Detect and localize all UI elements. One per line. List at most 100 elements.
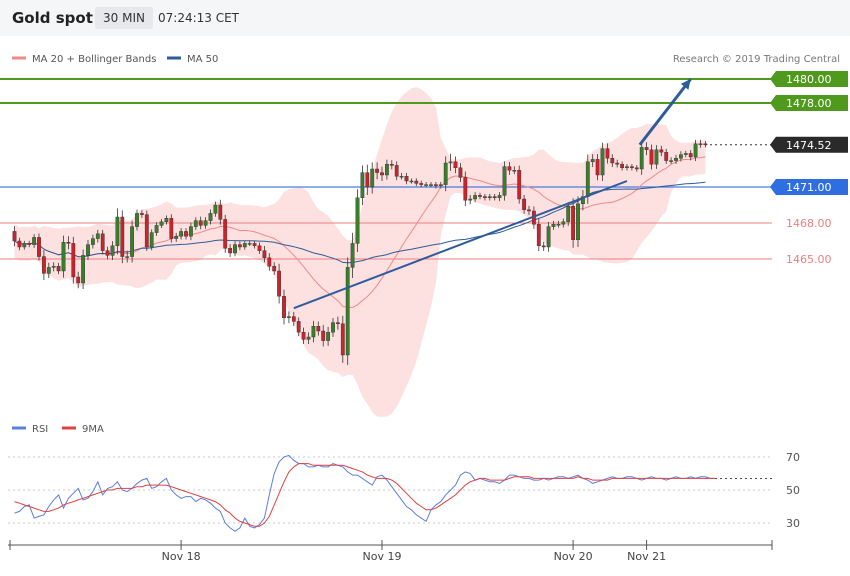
candle-body (556, 223, 561, 226)
level-label-pointer (770, 95, 776, 111)
candle-body (223, 219, 228, 249)
candle-body (149, 232, 154, 248)
candle-body (179, 231, 183, 237)
candle-body (228, 247, 232, 254)
candle-body (679, 154, 683, 159)
chart-header: Gold spot 30 MIN 07:24:13 CET (0, 0, 850, 36)
candle-body (139, 213, 144, 215)
candle-body (453, 161, 458, 169)
candle-body (443, 162, 448, 185)
candle-body (120, 216, 125, 257)
candle-body (272, 265, 277, 272)
candle-body (380, 172, 384, 176)
legend-label: MA 50 (187, 54, 218, 65)
candle-body (664, 151, 669, 161)
candle-body (257, 245, 262, 251)
candle-body (399, 175, 404, 178)
level-label: 1480.00 (786, 73, 832, 86)
candle-body (345, 267, 350, 356)
candle-body (389, 163, 394, 166)
candle-body (213, 204, 218, 214)
candle-body (61, 241, 66, 272)
candle-body (610, 157, 615, 164)
rsi-tick-label: 30 (786, 517, 800, 530)
candle-body (169, 217, 174, 239)
interval-button[interactable]: 30 MIN (95, 7, 153, 29)
time-axis: Nov 18 Nov 19 Nov 20 Nov 21 (8, 540, 773, 563)
candle-body (360, 172, 365, 199)
candle-body (144, 214, 149, 248)
candle-body (527, 209, 531, 212)
price-panel: 1480.00 1478.00 1474.52 1471.00 1468.00 1465.… (0, 54, 848, 417)
candle-body (42, 256, 46, 274)
candle-body (394, 165, 399, 177)
candle-body (100, 233, 105, 251)
candle-body (350, 243, 355, 268)
candle-body (27, 243, 32, 245)
candle-body (541, 245, 546, 248)
candle-body (56, 265, 61, 272)
rsi-ma-legend-label: 9MA (82, 424, 104, 435)
candle-body (331, 322, 335, 333)
candle-body (414, 180, 419, 184)
candle-body (434, 184, 438, 187)
candle-body (95, 233, 100, 239)
candle-body (522, 198, 527, 211)
candle-body (287, 316, 291, 319)
candle-body (615, 162, 620, 165)
candle-body (463, 177, 468, 201)
candle-body (76, 276, 81, 284)
candle-body (424, 184, 428, 186)
candle-body (674, 157, 678, 161)
candle-body (316, 326, 321, 332)
x-axis-label: Nov 19 (363, 550, 402, 563)
candle-body (507, 166, 512, 171)
level-label-pointer (770, 71, 776, 87)
candle-body (375, 168, 379, 173)
candle-body (125, 256, 130, 258)
candle-body (130, 226, 134, 257)
candle-body (233, 244, 237, 254)
candle-body (267, 257, 272, 267)
candle-body (247, 243, 252, 245)
candle-body (336, 322, 340, 325)
candle-body (483, 196, 487, 199)
rsi-panel: RSI 9MA 30 50 70 (8, 424, 800, 532)
candle-body (419, 183, 424, 185)
candle-body (370, 168, 375, 188)
candle-body (71, 243, 76, 278)
candle-body (154, 225, 159, 233)
legend-label: MA 20 + Bollinger Bands (32, 54, 156, 65)
candle-body (458, 167, 463, 178)
candle-body (478, 195, 482, 197)
candle-body (355, 197, 360, 244)
candle-body (502, 166, 507, 196)
candle-body (644, 147, 649, 151)
candle-body (595, 159, 600, 176)
candle-body (188, 226, 193, 237)
candle-body (693, 143, 698, 158)
candle-body (703, 143, 708, 146)
candle-body (536, 223, 541, 246)
candle-body (184, 231, 188, 237)
candle-body (81, 255, 86, 284)
candle-body (115, 216, 120, 246)
rsi-legend-label: RSI (32, 424, 48, 435)
candle-body (326, 332, 330, 341)
candle-body (517, 169, 522, 200)
candle-body (600, 148, 605, 176)
candle-body (473, 195, 477, 200)
level-label: 1471.00 (786, 181, 832, 194)
candle-body (630, 166, 634, 169)
candle-body (429, 184, 433, 186)
candle-body (585, 161, 590, 197)
candle-body (634, 167, 639, 170)
candle-body (252, 243, 257, 246)
timestamp: 07:24:13 CET (158, 11, 239, 25)
rsi-line (14, 454, 716, 532)
candle-body (438, 184, 443, 187)
candle-body (90, 238, 95, 245)
candle-body (512, 169, 517, 172)
level-label: 1465.00 (786, 253, 832, 266)
candle-body (203, 220, 208, 226)
